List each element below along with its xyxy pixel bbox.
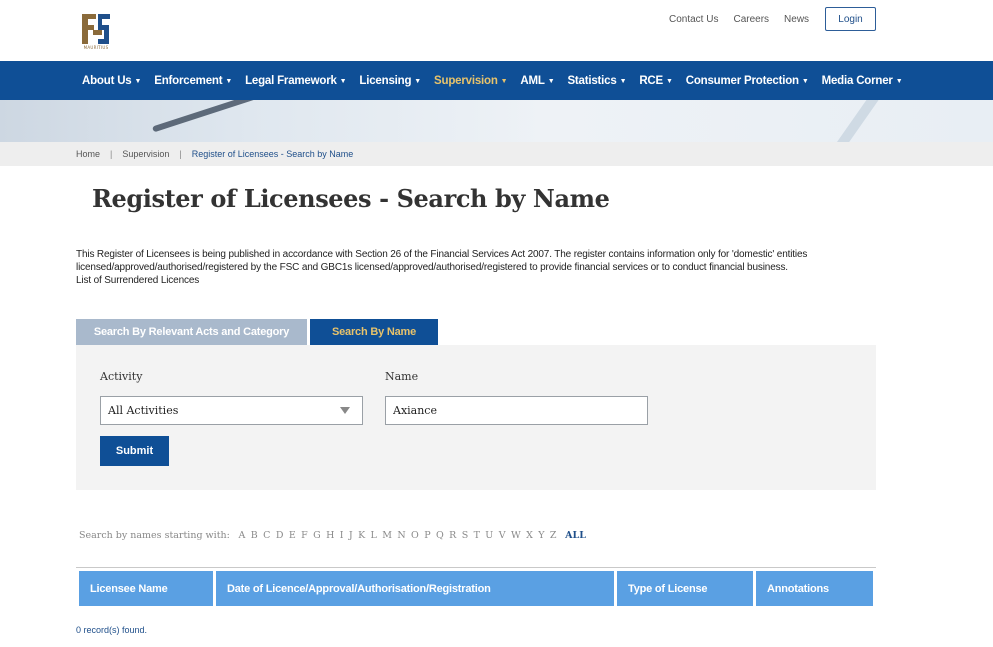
submit-button[interactable]: Submit <box>100 436 169 466</box>
letter-link[interactable]: U <box>485 530 493 541</box>
caret-down-icon: ▼ <box>134 77 142 85</box>
letter-link[interactable]: Z <box>550 530 557 541</box>
name-input[interactable] <box>385 396 648 425</box>
login-button[interactable]: Login <box>825 7 876 31</box>
letter-link[interactable]: K <box>358 530 365 541</box>
nav-item-consumer-protection[interactable]: Consumer Protection ▼ <box>686 75 809 87</box>
nav-item-licensing[interactable]: Licensing ▼ <box>359 75 421 87</box>
letter-link[interactable]: E <box>289 530 296 541</box>
letter-link[interactable]: R <box>449 530 456 541</box>
column-header-annotations[interactable]: Annotations <box>756 571 873 606</box>
nav-item-about-us[interactable]: About Us ▼ <box>82 75 141 87</box>
careers-link[interactable]: Careers <box>733 14 769 25</box>
letter-link[interactable]: V <box>499 530 506 541</box>
banner-numbers-decoration <box>20 100 25 118</box>
caret-down-icon: ▼ <box>619 77 627 85</box>
letter-link[interactable]: F <box>301 530 308 541</box>
news-link[interactable]: News <box>784 14 809 25</box>
hero-banner-image <box>0 100 993 142</box>
alphabet-lead-text: Search by names starting with: <box>79 530 230 541</box>
caret-down-icon: ▼ <box>225 77 233 85</box>
letter-link[interactable]: M <box>382 530 392 541</box>
letter-link[interactable]: N <box>397 530 405 541</box>
nav-item-rce[interactable]: RCE ▼ <box>639 75 673 87</box>
nav-item-statistics[interactable]: Statistics ▼ <box>567 75 626 87</box>
intro-text: This Register of Licensees is being publ… <box>76 248 876 287</box>
main-nav: About Us ▼ Enforcement ▼ Legal Framework ▼ … <box>0 61 993 100</box>
breadcrumb: Home | Supervision | Register of License… <box>0 142 993 166</box>
activity-label: Activity <box>100 370 143 383</box>
letter-link[interactable]: H <box>326 530 334 541</box>
nav-item-supervision[interactable]: Supervision ▼ <box>434 75 508 87</box>
letter-link[interactable]: C <box>263 530 270 541</box>
logo-caption: MAURITIUS <box>83 45 109 50</box>
caret-down-icon: ▼ <box>339 77 347 85</box>
letter-link[interactable]: X <box>526 530 533 541</box>
letter-link[interactable]: Y <box>538 530 544 541</box>
breadcrumb-current: Register of Licensees - Search by Name <box>191 149 354 159</box>
tab-search-by-name[interactable]: Search By Name <box>310 319 438 345</box>
breadcrumb-supervision[interactable]: Supervision <box>122 149 169 159</box>
breadcrumb-separator: | <box>179 149 182 159</box>
contact-us-link[interactable]: Contact Us <box>669 14 718 25</box>
letter-link[interactable]: S <box>462 530 469 541</box>
caret-down-icon: ▼ <box>500 77 508 85</box>
table-divider <box>76 567 876 568</box>
records-count: 0 record(s) found. <box>76 625 148 635</box>
letter-link[interactable]: B <box>251 530 258 541</box>
tab-search-by-acts[interactable]: Search By Relevant Acts and Category <box>76 319 307 345</box>
caret-down-icon: ▼ <box>666 77 673 85</box>
caret-down-icon: ▼ <box>414 77 422 85</box>
letter-link[interactable]: I <box>340 530 344 541</box>
letter-link[interactable]: Q <box>436 530 444 541</box>
letter-link[interactable]: O <box>411 530 419 541</box>
banner-stripe-decoration <box>830 100 880 142</box>
letter-link[interactable]: A <box>239 530 246 541</box>
letter-link[interactable]: W <box>511 530 521 541</box>
caret-down-icon: ▼ <box>895 77 903 85</box>
nav-item-media-corner[interactable]: Media Corner ▼ <box>822 75 903 87</box>
utility-links: Contact Us Careers News <box>669 14 809 25</box>
column-header-type[interactable]: Type of License <box>617 571 753 606</box>
letter-link[interactable]: L <box>371 530 377 541</box>
letter-link-all[interactable]: ALL <box>565 530 586 541</box>
letter-link[interactable]: J <box>349 530 353 541</box>
pen-decoration <box>152 100 268 133</box>
column-header-date[interactable]: Date of Licence/Approval/Authorisation/R… <box>216 571 614 606</box>
intro-line: licensed/approved/authorised/registered … <box>76 262 788 273</box>
breadcrumb-home[interactable]: Home <box>76 149 100 159</box>
name-label: Name <box>385 370 419 383</box>
alphabet-filter: Search by names starting with: A B C D E… <box>79 530 586 541</box>
letter-link[interactable]: G <box>313 530 321 541</box>
activity-select-value: All Activities <box>108 404 179 417</box>
caret-down-icon: ▼ <box>547 77 555 85</box>
column-header-licensee-name[interactable]: Licensee Name <box>79 571 213 606</box>
letter-link[interactable]: D <box>276 530 284 541</box>
nav-item-enforcement[interactable]: Enforcement ▼ <box>154 75 232 87</box>
top-header: MAURITIUS Contact Us Careers News Login <box>0 0 993 61</box>
intro-line: This Register of Licensees is being publ… <box>76 249 808 260</box>
breadcrumb-separator: | <box>110 149 113 159</box>
nav-item-aml[interactable]: AML ▼ <box>520 75 554 87</box>
page-title: Register of Licensees - Search by Name <box>92 184 610 213</box>
dropdown-arrow-icon <box>340 407 350 414</box>
nav-item-legal-framework[interactable]: Legal Framework ▼ <box>245 75 347 87</box>
surrendered-licences-link[interactable]: List of Surrendered Licences <box>76 274 876 287</box>
letter-link[interactable]: P <box>424 530 430 541</box>
letter-link[interactable]: T <box>474 530 480 541</box>
activity-select[interactable]: All Activities <box>100 396 363 425</box>
caret-down-icon: ▼ <box>801 77 809 85</box>
